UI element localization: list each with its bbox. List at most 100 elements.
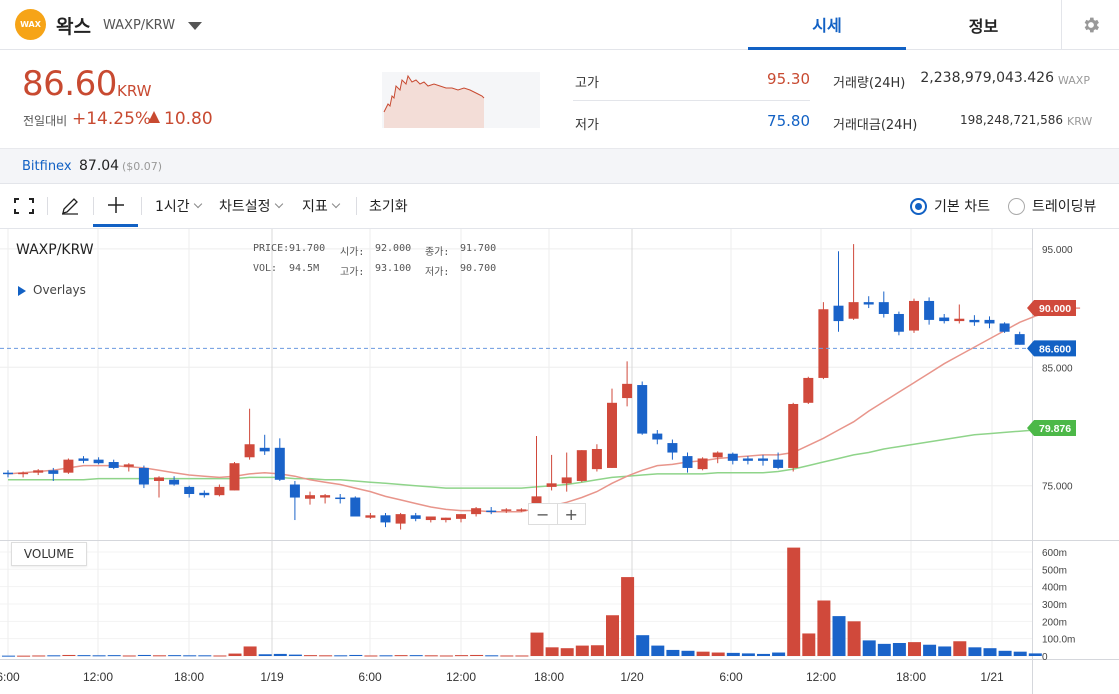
volume-bar[interactable] [500,655,514,657]
overlays-toggle[interactable]: Overlays [33,283,86,297]
candle-body[interactable] [471,508,482,515]
candle-body[interactable] [622,383,633,399]
triangle-right-icon[interactable] [18,286,26,296]
interval-select[interactable]: 1시간 [155,185,202,227]
volume-bar[interactable] [696,651,710,656]
volume-bar[interactable] [47,655,61,657]
volume-bar[interactable] [304,655,317,657]
zoom-out-button[interactable]: − [529,504,557,524]
candle-body[interactable] [773,459,784,468]
volume-bar[interactable] [892,642,906,656]
volume-bar[interactable] [968,647,982,656]
volume-bar[interactable] [923,644,937,656]
volume-bar[interactable] [334,655,348,657]
volume-bar[interactable] [772,652,786,656]
volume-bar[interactable] [877,643,891,656]
volume-bar[interactable] [983,648,997,656]
price-chart[interactable]: 95.000 85.000 75.000 600m 500m 400m 300m 200m 10… [0,229,1119,694]
chevron-down-icon[interactable] [188,22,202,30]
candlestick-chart[interactable]: 95.000 85.000 75.000 600m 500m 400m 300m 200m 10… [0,229,1119,694]
coin-name[interactable]: 왁스 [56,12,91,39]
volume-bar[interactable] [364,655,378,657]
volume-bar[interactable] [439,655,453,657]
candle-body[interactable] [320,495,331,498]
volume-panel-label[interactable]: VOLUME [11,542,87,566]
candle-body[interactable] [878,302,889,314]
candle-body[interactable] [909,300,919,331]
candle-body[interactable] [184,486,195,494]
volume-bar[interactable] [515,655,529,657]
candle-body[interactable] [63,459,74,473]
reset-button[interactable]: 초기화 [369,185,408,227]
candle-body[interactable] [244,444,255,458]
volume-bar[interactable] [651,645,665,656]
chart-settings-select[interactable]: 차트설정 [219,185,283,227]
volume-bar[interactable] [953,641,967,656]
volume-bar[interactable] [711,652,725,656]
volume-bar[interactable] [787,547,801,656]
volume-bar[interactable] [258,654,272,656]
candle-body[interactable] [259,447,270,452]
candle-body[interactable] [214,486,225,496]
coin-pair[interactable]: WAXP/KRW [103,18,175,33]
candle-body[interactable] [848,302,859,319]
candle-body[interactable] [154,477,164,481]
tradingview-radio[interactable]: 트레이딩뷰 [1008,185,1096,227]
volume-bar[interactable] [243,646,257,656]
volume-bar[interactable] [757,653,770,656]
volume-bar[interactable] [998,650,1012,656]
volume-bar[interactable] [273,653,287,656]
volume-bar[interactable] [168,655,182,657]
candle-body[interactable] [229,463,240,491]
candle-body[interactable] [576,450,587,481]
candle-body[interactable] [3,472,13,475]
volume-bar[interactable] [77,655,91,657]
candle-body[interactable] [561,477,572,484]
candle-body[interactable] [78,458,89,461]
candle-body[interactable] [546,483,557,487]
candle-body[interactable] [954,318,965,322]
candle-body[interactable] [924,300,935,320]
volume-bar[interactable] [379,655,393,657]
volume-bar[interactable] [1013,651,1027,656]
volume-bar[interactable] [228,653,242,656]
candle-body[interactable] [939,317,950,322]
volume-bar[interactable] [183,655,197,657]
candle-body[interactable] [758,458,768,461]
candle-body[interactable] [380,515,391,523]
candle-body[interactable] [893,313,904,332]
volume-bar[interactable] [2,655,15,657]
volume-bar[interactable] [1028,653,1042,656]
volume-bar[interactable] [32,655,46,657]
volume-bar[interactable] [560,648,574,656]
zoom-in-button[interactable]: + [556,504,586,524]
volume-bar[interactable] [92,655,106,657]
basic-chart-radio[interactable]: 기본 차트 [910,185,990,227]
volume-bar[interactable] [455,655,468,657]
volume-bar[interactable] [122,655,136,657]
volume-bar[interactable] [862,640,876,656]
candle-body[interactable] [169,479,180,485]
candle-body[interactable] [350,497,361,517]
candle-body[interactable] [863,302,874,305]
candle-body[interactable] [395,514,406,524]
candle-body[interactable] [48,470,59,474]
volume-bar[interactable] [485,655,499,657]
volume-bar[interactable] [394,655,408,657]
volume-bar[interactable] [636,635,650,656]
volume-bar[interactable] [575,645,589,656]
candle-body[interactable] [335,497,346,500]
settings-button[interactable] [1061,0,1119,50]
candle-body[interactable] [788,403,799,468]
volume-bar[interactable] [817,600,831,657]
candle-body[interactable] [833,305,844,322]
candle-body[interactable] [1014,334,1025,345]
volume-bar[interactable] [726,652,740,656]
tab-price[interactable]: 시세 [748,0,906,50]
volume-bar[interactable] [621,577,635,656]
tab-info[interactable]: 정보 [906,0,1061,50]
volume-bar[interactable] [802,633,816,656]
candle-body[interactable] [440,517,451,521]
candle-body[interactable] [667,443,678,453]
candle-body[interactable] [803,377,814,403]
